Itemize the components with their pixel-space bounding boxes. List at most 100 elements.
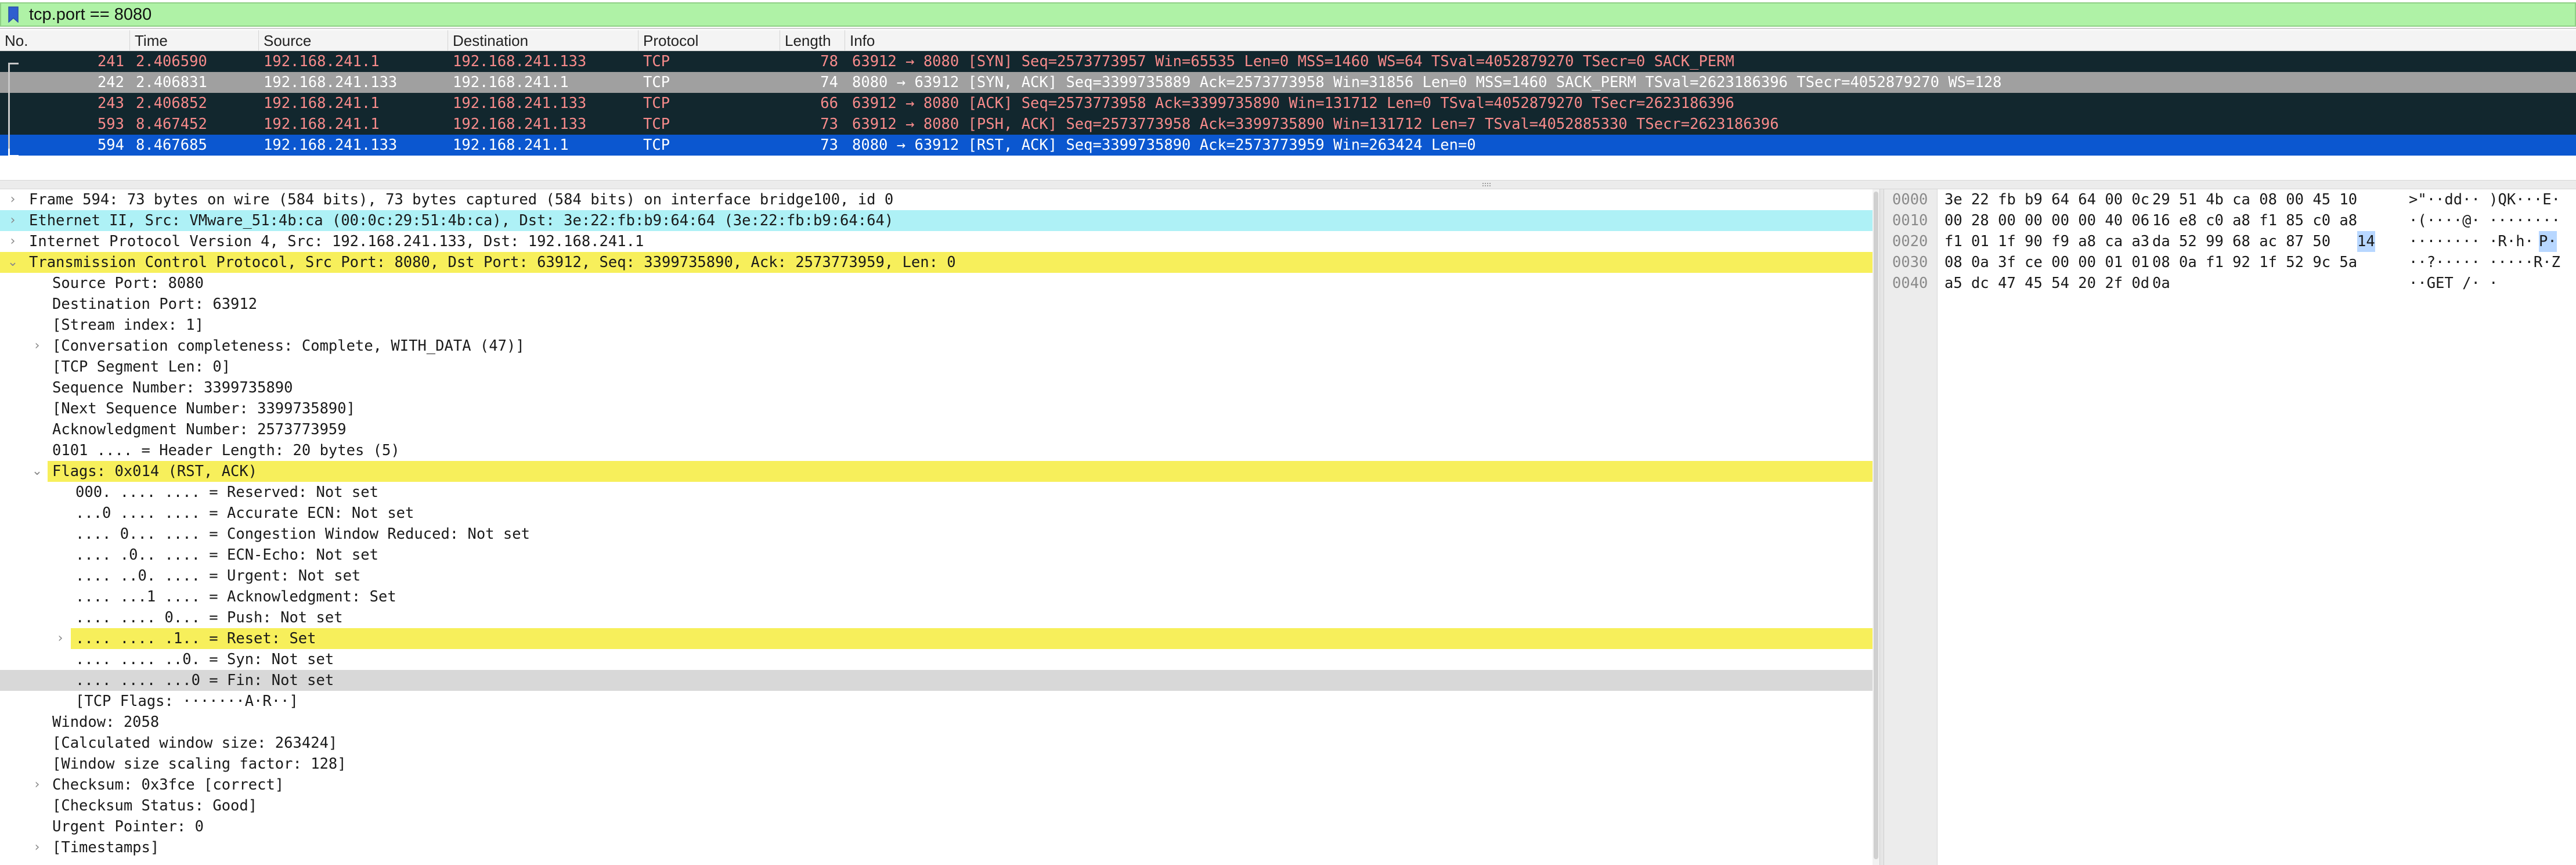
packet-source: 192.168.241.1 bbox=[264, 116, 380, 133]
packet-destination: 192.168.241.133 bbox=[453, 95, 587, 112]
tree-item-tcp[interactable]: ⌄ Transmission Control Protocol, Src Por… bbox=[0, 252, 1873, 273]
packet-destination: 192.168.241.133 bbox=[453, 116, 587, 133]
packet-destination: 192.168.241.133 bbox=[453, 53, 587, 70]
packet-info: 63912 → 8080 [ACK] Seq=2573773958 Ack=33… bbox=[852, 95, 1734, 112]
packet-info: 63912 → 8080 [SYN] Seq=2573773957 Win=65… bbox=[852, 53, 1734, 70]
bytes-hex[interactable]: a5 dc 47 45 54 20 2f 0d bbox=[1944, 273, 2149, 294]
column-header-protocol[interactable]: Protocol bbox=[638, 30, 780, 51]
tree-item-flag-fin[interactable]: .... .... ...0 = Fin: Not set bbox=[0, 670, 1873, 691]
packet-time: 2.406590 bbox=[136, 53, 207, 70]
packet-details-tree: › Frame 594: 73 bytes on wire (584 bits)… bbox=[0, 189, 1876, 865]
tree-item-frame[interactable]: › Frame 594: 73 bytes on wire (584 bits)… bbox=[0, 189, 1873, 210]
packet-source: 192.168.241.1 bbox=[264, 53, 380, 70]
bookmark-icon[interactable] bbox=[5, 3, 22, 26]
tree-item-ethernet[interactable]: › Ethernet II, Src: VMware_51:4b:ca (00:… bbox=[0, 210, 1873, 231]
bytes-offset: 0040 bbox=[1892, 275, 1928, 292]
packet-time: 8.467452 bbox=[136, 116, 207, 133]
tree-item-timestamps[interactable]: › [Timestamps] bbox=[0, 837, 1873, 858]
packet-source: 192.168.241.1 bbox=[264, 95, 380, 112]
chevron-right-icon[interactable]: › bbox=[5, 231, 21, 252]
packet-row[interactable]: 593 8.467452 192.168.241.1 192.168.241.1… bbox=[0, 114, 2576, 135]
packet-no: 241 bbox=[97, 53, 124, 70]
bytes-hex[interactable]: 16 e8 c0 a8 f1 85 c0 a8 bbox=[2152, 210, 2357, 231]
bytes-hex[interactable]: 00 28 00 00 00 00 40 06 bbox=[1944, 210, 2149, 231]
packet-list-header: No. Time Source Destination Protocol Len… bbox=[0, 30, 2576, 51]
column-header-destination[interactable]: Destination bbox=[448, 30, 638, 51]
bytes-offset: 0030 bbox=[1892, 254, 1928, 271]
display-filter-input[interactable]: tcp.port == 8080 bbox=[0, 2, 2576, 27]
display-filter-text: tcp.port == 8080 bbox=[29, 5, 152, 24]
chevron-down-icon[interactable]: ⌄ bbox=[5, 252, 21, 273]
packet-protocol: TCP bbox=[643, 95, 670, 112]
bytes-offset: 0000 bbox=[1892, 191, 1928, 208]
packet-time: 8.467685 bbox=[136, 136, 207, 154]
packet-length: 73 bbox=[820, 116, 838, 133]
bytes-hex[interactable]: 3e 22 fb b9 64 64 00 0c bbox=[1944, 189, 2149, 210]
packet-row[interactable]: 241 2.406590 192.168.241.1 192.168.241.1… bbox=[0, 51, 2576, 72]
chevron-right-icon[interactable]: › bbox=[5, 189, 21, 210]
bytes-hex[interactable]: da 52 99 68 ac 87 50 bbox=[2152, 231, 2330, 252]
bytes-ascii[interactable]: ··GET /· · bbox=[2409, 273, 2498, 294]
packet-info: 8080 → 63912 [RST, ACK] Seq=3399735890 A… bbox=[852, 136, 1476, 154]
bytes-hex[interactable]: 29 51 4b ca 08 00 45 10 bbox=[2152, 189, 2357, 210]
chevron-right-icon[interactable]: › bbox=[5, 210, 21, 231]
tree-item-checksum[interactable]: › Checksum: 0x3fce [correct] bbox=[0, 774, 1873, 795]
tree-item-flag-reset[interactable]: › .... .... .1.. = Reset: Set bbox=[52, 628, 1873, 649]
chevron-right-icon[interactable]: › bbox=[29, 774, 45, 795]
column-header-length[interactable]: Length bbox=[780, 30, 845, 51]
packet-length: 74 bbox=[820, 74, 838, 91]
packet-no: 243 bbox=[97, 95, 124, 112]
packet-row[interactable]: 242 2.406831 192.168.241.133 192.168.241… bbox=[0, 72, 2576, 93]
bytes-offset: 0020 bbox=[1892, 233, 1928, 250]
pane-splitter-vertical[interactable] bbox=[1879, 189, 1884, 865]
packet-protocol: TCP bbox=[643, 116, 670, 133]
bytes-ascii[interactable]: ·(····@· ········ bbox=[2409, 210, 2560, 231]
packet-bytes-pane: 0000 3e 22 fb b9 64 64 00 0c 29 51 4b ca… bbox=[1884, 189, 2576, 865]
pane-splitter-horizontal[interactable] bbox=[0, 180, 2576, 189]
column-header-no[interactable]: No. bbox=[0, 30, 130, 51]
packet-info: 63912 → 8080 [PSH, ACK] Seq=2573773958 A… bbox=[852, 116, 1779, 133]
column-header-time[interactable]: Time bbox=[130, 30, 259, 51]
column-header-source[interactable]: Source bbox=[259, 30, 448, 51]
packet-length: 73 bbox=[820, 136, 838, 154]
chevron-right-icon[interactable]: › bbox=[29, 336, 45, 356]
bytes-ascii[interactable]: >"··dd·· )QK···E· bbox=[2409, 189, 2560, 210]
packet-row[interactable]: 243 2.406852 192.168.241.1 192.168.241.1… bbox=[0, 93, 2576, 114]
packet-length: 78 bbox=[820, 53, 838, 70]
conversation-bracket-end bbox=[8, 149, 19, 157]
tree-item-conversation-completeness[interactable]: › [Conversation completeness: Complete, … bbox=[0, 336, 1873, 356]
bytes-hex[interactable]: 08 0a f1 92 1f 52 9c 5a bbox=[2152, 252, 2357, 273]
column-header-info[interactable]: Info bbox=[845, 30, 2576, 51]
packet-no: 594 bbox=[97, 136, 124, 154]
bytes-hex[interactable]: 0a bbox=[2152, 273, 2170, 294]
packet-source: 192.168.241.133 bbox=[264, 74, 398, 91]
bytes-offset: 0010 bbox=[1892, 212, 1928, 229]
conversation-bracket bbox=[8, 63, 19, 149]
packet-protocol: TCP bbox=[643, 136, 670, 154]
chevron-down-icon[interactable]: ⌄ bbox=[29, 461, 45, 482]
splitter-grip-icon bbox=[1482, 183, 1491, 186]
packet-row-selected[interactable]: 594 8.467685 192.168.241.133 192.168.241… bbox=[0, 135, 2576, 156]
bytes-ascii[interactable]: ········ ·R·h· bbox=[2409, 231, 2534, 252]
bytes-hex[interactable]: f1 01 1f 90 f9 a8 ca a3 bbox=[1944, 231, 2149, 252]
packet-time: 2.406831 bbox=[136, 74, 207, 91]
details-scrollbar-thumb[interactable] bbox=[1874, 192, 1878, 859]
packet-protocol: TCP bbox=[643, 74, 670, 91]
packet-list: No. Time Source Destination Protocol Len… bbox=[0, 30, 2576, 180]
bytes-ascii[interactable]: ··?····· ·····R·Z bbox=[2409, 252, 2560, 273]
packet-no: 242 bbox=[97, 74, 124, 91]
packet-time: 2.406852 bbox=[136, 95, 207, 112]
packet-destination: 192.168.241.1 bbox=[453, 136, 569, 154]
packet-length: 66 bbox=[820, 95, 838, 112]
chevron-right-icon[interactable]: › bbox=[29, 837, 45, 858]
packet-destination: 192.168.241.1 bbox=[453, 74, 569, 91]
packet-protocol: TCP bbox=[643, 53, 670, 70]
tree-item-flags[interactable]: ⌄ Flags: 0x014 (RST, ACK) bbox=[29, 461, 1873, 482]
bytes-ascii-selected[interactable]: P· bbox=[2539, 231, 2557, 252]
bytes-hex-selected[interactable]: 14 bbox=[2357, 231, 2375, 252]
packet-info: 8080 → 63912 [SYN, ACK] Seq=3399735889 A… bbox=[852, 74, 2002, 91]
chevron-right-icon[interactable]: › bbox=[52, 628, 68, 649]
packet-source: 192.168.241.133 bbox=[264, 136, 398, 154]
tree-item-ipv4[interactable]: › Internet Protocol Version 4, Src: 192.… bbox=[0, 231, 1873, 252]
bytes-hex[interactable]: 08 0a 3f ce 00 00 01 01 bbox=[1944, 252, 2149, 273]
